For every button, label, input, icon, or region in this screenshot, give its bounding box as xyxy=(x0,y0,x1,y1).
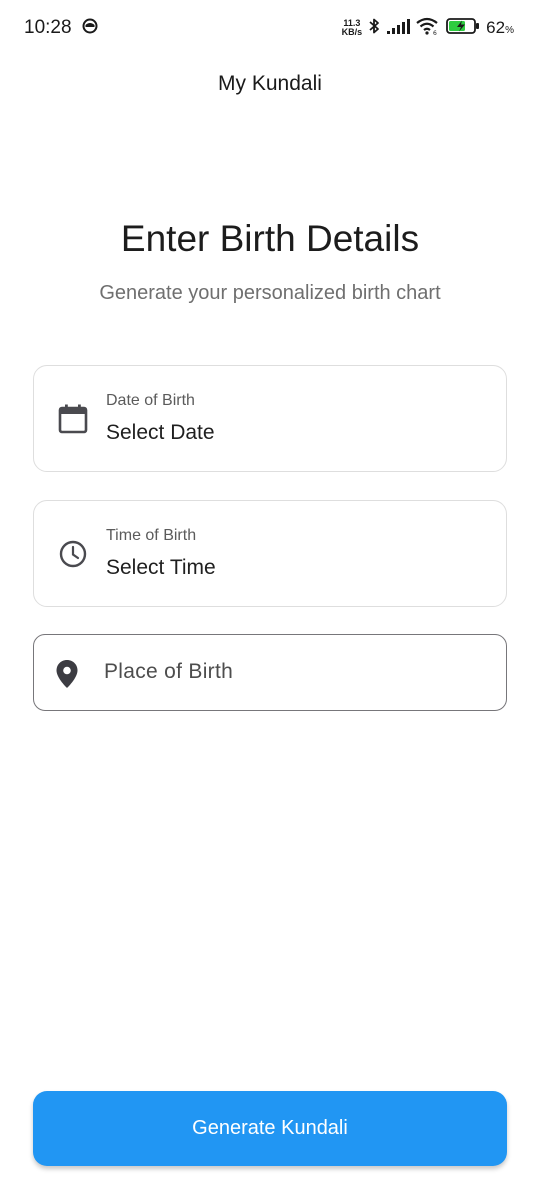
signal-icon xyxy=(386,18,411,39)
clock: 10:28 xyxy=(24,17,72,38)
calendar-icon xyxy=(58,404,88,434)
location-pin-icon xyxy=(54,659,80,689)
time-of-birth-field[interactable]: Time of Birth Select Time xyxy=(33,500,507,607)
page-title: Enter Birth Details xyxy=(120,218,420,259)
wifi-icon: 6 xyxy=(416,17,440,40)
app-notification-icon xyxy=(82,18,98,39)
battery-percentage-value: 62 xyxy=(486,18,506,37)
status-right: 11.3 KB/s 6 62% xyxy=(342,17,514,40)
status-left: 10:28 xyxy=(24,17,98,39)
battery-icon xyxy=(446,17,480,40)
date-of-birth-value: Select Date xyxy=(106,421,215,444)
date-of-birth-field[interactable]: Date of Birth Select Date xyxy=(33,365,507,472)
place-of-birth-input[interactable] xyxy=(104,635,494,709)
battery-percentage-unit: % xyxy=(505,25,514,36)
place-of-birth-field[interactable] xyxy=(33,634,507,711)
screen: 10:28 11.3 KB/s 6 62% My Kundali Enter B… xyxy=(0,0,540,1200)
network-speed-unit: KB/s xyxy=(341,27,363,37)
time-of-birth-value: Select Time xyxy=(106,556,216,579)
time-of-birth-label: Time of Birth xyxy=(106,527,197,544)
battery-percentage: 62% xyxy=(486,18,514,38)
page-subtitle: Generate your personalized birth chart xyxy=(99,282,441,304)
generate-kundali-button[interactable]: Generate Kundali xyxy=(33,1091,507,1166)
clock-icon xyxy=(58,539,88,569)
svg-text:6: 6 xyxy=(433,30,437,35)
network-speed: 11.3 KB/s xyxy=(342,19,363,37)
app-bar-title: My Kundali xyxy=(218,72,322,95)
bluetooth-icon xyxy=(368,17,380,40)
status-bar: 10:28 11.3 KB/s 6 62% xyxy=(0,0,540,56)
date-of-birth-label: Date of Birth xyxy=(106,392,195,409)
